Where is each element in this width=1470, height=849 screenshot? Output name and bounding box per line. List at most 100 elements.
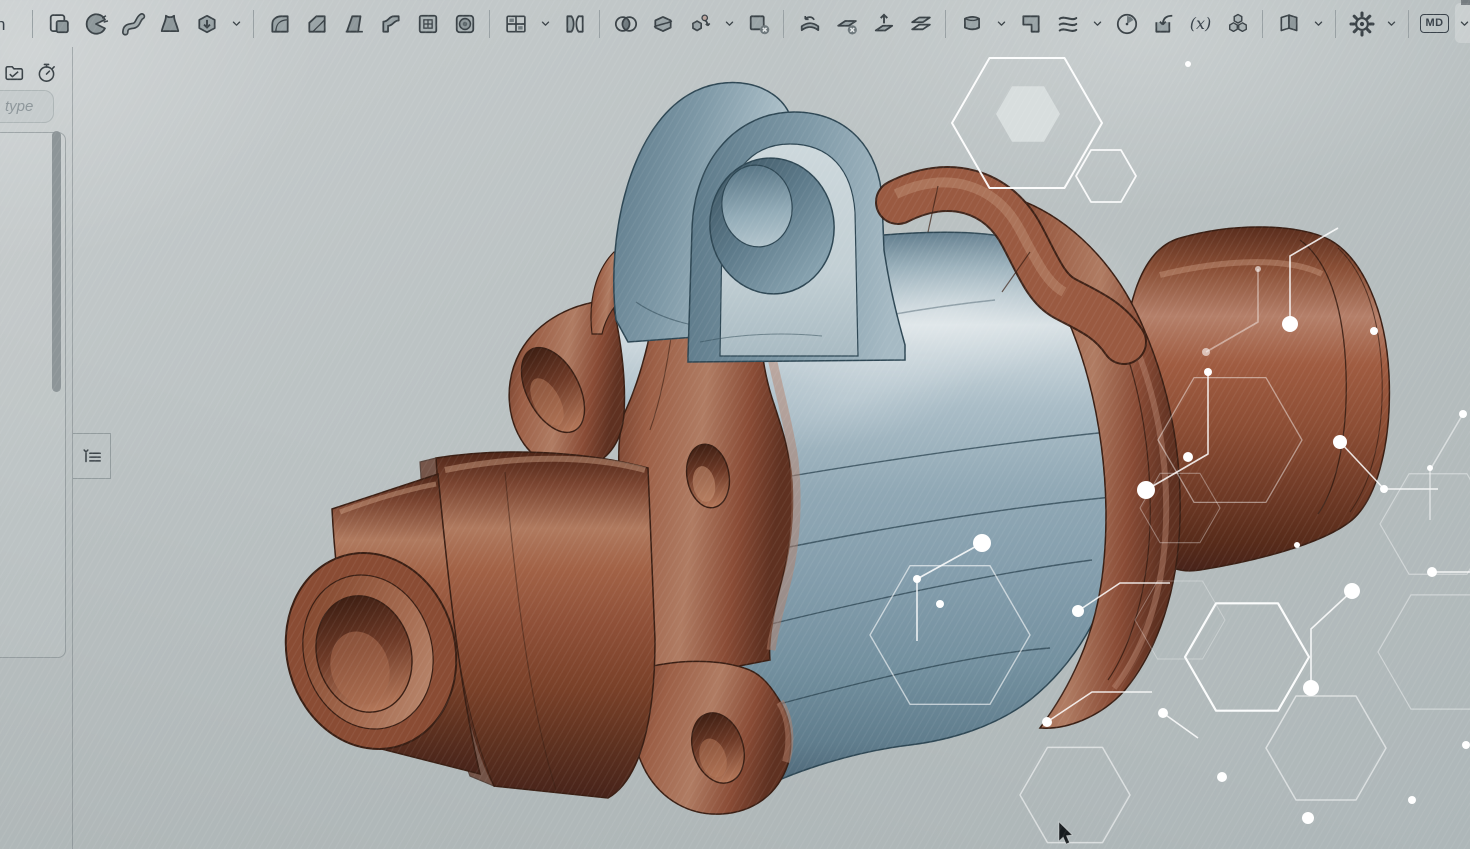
import-button[interactable]: [1145, 5, 1182, 43]
offset-face-icon: [908, 11, 934, 37]
pattern-dropdown[interactable]: [534, 5, 556, 43]
chevron-down-icon: [229, 16, 244, 31]
chamfer-button[interactable]: [298, 5, 335, 43]
model-left-connector[interactable]: [263, 452, 655, 798]
curve-pattern-button[interactable]: [1049, 5, 1086, 43]
user-mode-button[interactable]: MD: [1416, 5, 1453, 43]
import-icon: [1151, 11, 1177, 37]
user-mode-dropdown[interactable]: [1453, 5, 1470, 43]
chevron-down-icon: [1457, 16, 1470, 31]
history-icon: [1114, 11, 1140, 37]
split-icon: [650, 11, 676, 37]
draft-icon: [341, 11, 367, 37]
expressions-icon: (x): [1190, 14, 1212, 33]
mirror-button[interactable]: [556, 5, 593, 43]
toolbar-separator: [593, 5, 607, 43]
paste-special-button[interactable]: [40, 5, 77, 43]
model-flange-lobe-upper[interactable]: [508, 300, 624, 469]
filter-input[interactable]: [0, 90, 54, 123]
user-mode-badge: MD: [1420, 14, 1448, 32]
toolbar-separator: [1329, 5, 1343, 43]
settings-button[interactable]: [1343, 5, 1380, 43]
chevron-down-icon: [1090, 16, 1105, 31]
settings-dropdown[interactable]: [1380, 5, 1402, 43]
left-panel-scrollbar[interactable]: [52, 131, 61, 392]
chevron-down-icon: [994, 16, 1009, 31]
tree-panel-toggle[interactable]: [73, 433, 111, 479]
draft-button[interactable]: [335, 5, 372, 43]
pull-face-icon: [871, 11, 897, 37]
model-clevis-lug[interactable]: [688, 112, 905, 362]
parts-icon: [1276, 11, 1302, 37]
parts-button[interactable]: [1270, 5, 1307, 43]
section-icon: [1018, 11, 1044, 37]
delete-body-icon: [746, 11, 772, 37]
revolve-icon: [83, 11, 109, 37]
thicken-dropdown[interactable]: [990, 5, 1012, 43]
assembly-icon: [1225, 11, 1251, 37]
toolbar-separator: [1256, 5, 1270, 43]
loft-icon: [157, 11, 183, 37]
fillet-button[interactable]: [261, 5, 298, 43]
delete-face-icon: [834, 11, 860, 37]
rib-icon: [378, 11, 404, 37]
assembly-button[interactable]: [1219, 5, 1256, 43]
settings-icon: [1349, 11, 1375, 37]
pattern-button[interactable]: [497, 5, 534, 43]
history-button[interactable]: [1108, 5, 1145, 43]
expressions-button[interactable]: (x): [1182, 5, 1219, 43]
pattern-icon: [503, 11, 529, 37]
shell-button[interactable]: [409, 5, 446, 43]
mirror-icon: [562, 11, 588, 37]
offset-face-button[interactable]: [902, 5, 939, 43]
extrude-button[interactable]: [188, 5, 225, 43]
hole-icon: [452, 11, 478, 37]
split-button[interactable]: [644, 5, 681, 43]
chamfer-icon: [304, 11, 330, 37]
rib-button[interactable]: [372, 5, 409, 43]
mouse-cursor: [1059, 822, 1072, 844]
delete-body-button[interactable]: [740, 5, 777, 43]
loft-button[interactable]: [151, 5, 188, 43]
toolbar-separator: [777, 5, 791, 43]
delete-face-button[interactable]: [828, 5, 865, 43]
toolbar-separator: [26, 5, 40, 43]
boolean-button[interactable]: [607, 5, 644, 43]
thicken-icon: [959, 11, 985, 37]
folder-icon: [3, 61, 26, 84]
replace-face-button[interactable]: [791, 5, 828, 43]
viewport-3d-model[interactable]: [0, 0, 1470, 849]
curve-pattern-dropdown[interactable]: [1086, 5, 1108, 43]
chevron-down-icon: [1384, 16, 1399, 31]
toolbar-separator: [483, 5, 497, 43]
tree-list-icon: [80, 444, 104, 468]
sweep-button[interactable]: [114, 5, 151, 43]
left-panel-toolbar: [2, 60, 58, 84]
extrude-icon: [194, 11, 220, 37]
toolbar-separator: [247, 5, 261, 43]
boolean-icon: [613, 11, 639, 37]
hole-button[interactable]: [446, 5, 483, 43]
stopwatch-button[interactable]: [34, 60, 58, 84]
replace-face-icon: [797, 11, 823, 37]
thicken-button[interactable]: [953, 5, 990, 43]
paste-special-icon: [46, 11, 72, 37]
revolve-button[interactable]: [77, 5, 114, 43]
sweep-icon: [120, 11, 146, 37]
pull-face-button[interactable]: [865, 5, 902, 43]
toolbar-separator: [939, 5, 953, 43]
move-rotate-dropdown[interactable]: [718, 5, 740, 43]
main-toolbar: (x) MD: [0, 0, 1470, 47]
chevron-down-icon: [1311, 16, 1326, 31]
move-rotate-icon: [687, 11, 713, 37]
stopwatch-icon: [35, 61, 58, 84]
parts-dropdown[interactable]: [1307, 5, 1329, 43]
move-rotate-button[interactable]: [681, 5, 718, 43]
toolbar-separator: [1402, 5, 1416, 43]
extrude-dropdown[interactable]: [225, 5, 247, 43]
viewport-3d[interactable]: [0, 0, 1470, 849]
curve-pattern-icon: [1055, 11, 1081, 37]
fillet-icon: [267, 11, 293, 37]
folder-button[interactable]: [2, 60, 26, 84]
section-button[interactable]: [1012, 5, 1049, 43]
